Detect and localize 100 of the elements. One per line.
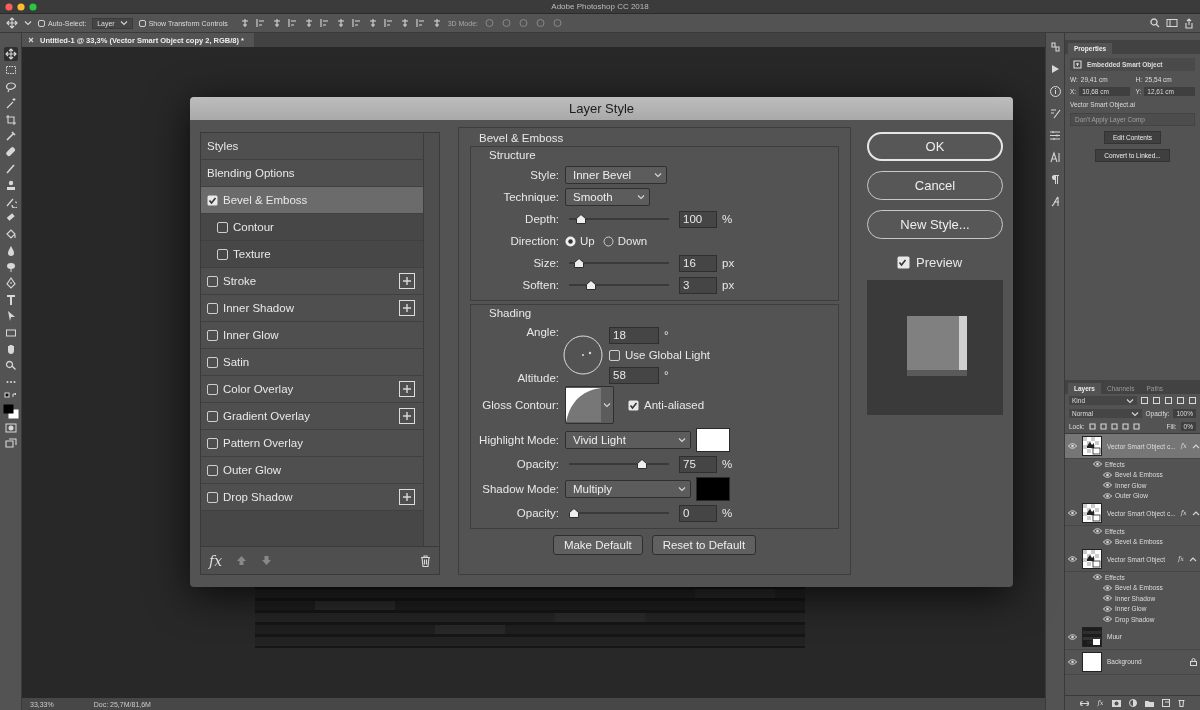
workspace-icon[interactable] [1166,18,1178,28]
value-field[interactable]: 16 [679,254,717,272]
slider-thumb[interactable] [576,214,587,224]
checkbox[interactable] [207,356,218,368]
style-item[interactable]: Inner Glow [201,322,423,349]
adjustment-icon[interactable] [1128,699,1137,707]
eye-icon[interactable] [1093,461,1102,468]
align-icon[interactable] [255,18,266,28]
align-icon[interactable] [415,18,426,28]
color-swatch[interactable] [696,476,730,501]
radio-button[interactable] [565,235,576,247]
folder-icon[interactable] [1144,699,1154,707]
technique-dropdown[interactable]: Smooth [565,188,650,206]
style-item[interactable]: Drop Shadow [201,484,423,511]
align-icon[interactable] [303,18,314,28]
quick-mask-icon[interactable] [3,421,18,435]
info-icon[interactable] [1048,85,1062,98]
radio-button[interactable] [602,235,614,247]
eye-icon[interactable] [1068,658,1077,665]
link-icon[interactable] [1080,699,1090,707]
style-dropdown[interactable]: Inner Bevel [565,166,667,184]
contour-picker[interactable] [565,386,614,424]
checkbox[interactable] [207,491,218,503]
close-icon[interactable] [28,37,34,43]
checkbox[interactable] [207,464,218,476]
fx-button[interactable]: fx [209,552,223,569]
checkbox[interactable] [207,383,218,395]
eye-icon[interactable] [1103,471,1112,478]
style-item[interactable]: Outer Glow [201,457,423,484]
style-item[interactable]: Inner Shadow [201,295,423,322]
dialog-button[interactable]: Reset to Default [651,535,757,555]
dialog-button[interactable]: Make Default [552,535,643,555]
align-icon[interactable] [399,18,410,28]
checkbox[interactable] [207,437,218,449]
eye-icon[interactable] [1103,482,1112,489]
add-button[interactable] [399,381,415,397]
eye-icon[interactable] [1068,633,1077,640]
swap-colors-icon[interactable] [2,391,19,401]
move-icon[interactable] [3,47,18,61]
checkbox[interactable] [38,19,45,27]
mode-dropdown[interactable]: Multiply [565,479,691,498]
style-item[interactable]: Color Overlay [201,376,423,403]
checkbox[interactable] [207,194,218,206]
trash-icon[interactable] [1177,699,1185,707]
checkbox[interactable] [138,19,146,27]
style-item[interactable]: Styles [201,133,423,160]
align-icon[interactable] [351,18,362,28]
caret-icon[interactable] [1191,510,1200,516]
style-item[interactable]: Satin [201,349,423,376]
align-icon[interactable] [287,18,298,28]
new-layer-icon[interactable] [1161,699,1170,707]
foreground-color-swatch[interactable] [3,404,13,414]
align-icon[interactable] [271,18,282,28]
checkbox[interactable] [207,275,218,287]
eye-icon[interactable] [1103,605,1112,612]
share-icon[interactable] [1184,17,1194,29]
lasso-icon[interactable] [3,79,18,94]
scrollbar[interactable] [423,133,439,546]
value-field[interactable]: 18 [609,326,659,344]
style-item[interactable]: Stroke [201,268,423,295]
add-button[interactable] [399,273,415,289]
trash-icon[interactable] [420,554,431,567]
mask-icon[interactable] [1111,699,1121,707]
caret-icon[interactable] [1191,443,1200,449]
align-icon[interactable] [239,18,250,28]
value-field[interactable]: 75 [679,455,717,473]
checkbox[interactable] [207,410,218,422]
checkbox[interactable] [628,399,639,411]
eye-icon[interactable] [1068,443,1077,449]
slider-thumb[interactable] [569,508,579,518]
style-item[interactable]: Pattern Overlay [201,430,423,457]
style-item[interactable]: Bevel & Emboss [201,187,423,214]
dialog-button[interactable]: OK [867,132,1003,161]
color-swatch[interactable] [696,427,730,452]
add-button[interactable] [399,408,415,424]
align-icon[interactable] [431,18,442,28]
mode-dropdown[interactable]: Vivid Light [565,430,691,449]
style-item[interactable]: Blending Options [201,160,423,187]
eye-icon[interactable] [1093,528,1102,535]
align-icon[interactable] [319,18,330,28]
add-button[interactable] [399,300,415,316]
checkbox[interactable] [207,329,218,341]
dialog-button[interactable]: Cancel [867,171,1003,200]
character-icon[interactable] [1048,151,1062,164]
smart-object-icon[interactable] [1073,60,1082,69]
history-icon[interactable] [1048,41,1062,54]
sliders-icon[interactable] [1048,129,1062,142]
dialog-button[interactable]: New Style... [867,210,1003,239]
checkbox[interactable] [217,248,228,260]
checkbox[interactable] [217,221,228,233]
caret-icon[interactable] [1189,556,1197,562]
value-field[interactable]: 3 [679,276,717,294]
add-button[interactable] [399,489,415,505]
eye-icon[interactable] [1103,616,1112,623]
search-icon[interactable] [1150,18,1160,28]
eye-icon[interactable] [1103,584,1112,591]
align-icon[interactable] [367,18,378,28]
move-icon[interactable] [6,17,18,29]
value-field[interactable]: 58 [609,366,659,384]
eye-icon[interactable] [1068,510,1077,516]
